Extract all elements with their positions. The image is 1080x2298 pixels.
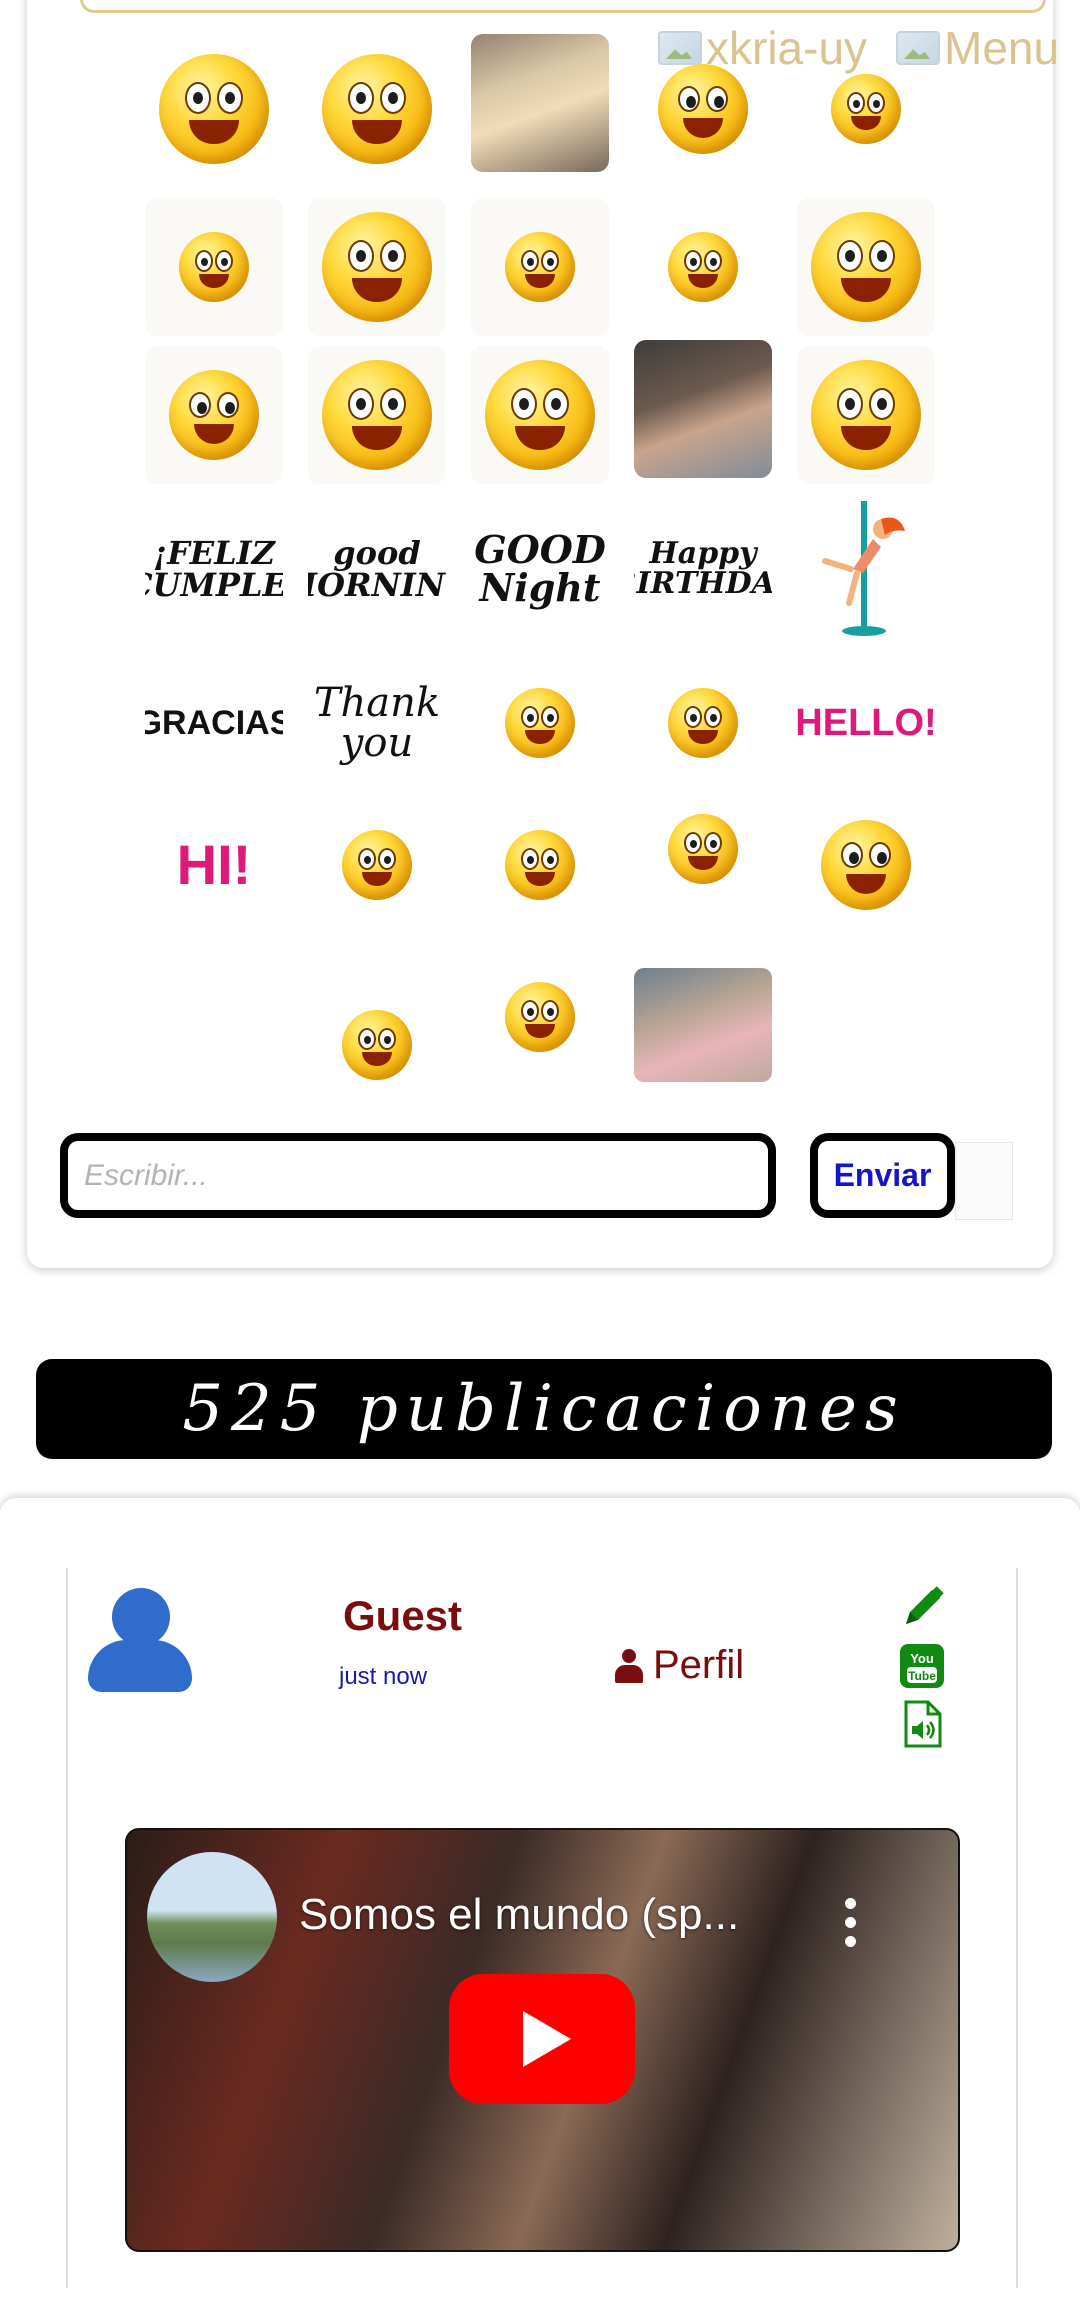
bow-girl-emoji[interactable] — [308, 198, 446, 336]
top-strip — [80, 0, 1046, 13]
dancing-emoji[interactable] — [471, 654, 609, 792]
idea-bulb-emoji[interactable] — [634, 40, 772, 178]
good-morning-sticker[interactable]: good MORNING — [308, 500, 446, 638]
eating-girl-photo — [634, 340, 772, 478]
menu-label: Menu — [944, 22, 1060, 74]
angry-kid-sticker[interactable] — [634, 956, 772, 1094]
shouting-emoji[interactable] — [471, 796, 609, 934]
video-embed[interactable]: Somos el mundo (sp... — [125, 1828, 960, 2252]
pole-dancer-sticker[interactable] — [797, 500, 935, 638]
laughing-rolling-emoji[interactable] — [145, 346, 283, 484]
peace-sign-emoji[interactable] — [308, 40, 446, 178]
grinning-sitting-emoji[interactable] — [471, 198, 609, 336]
cheering-emoji[interactable] — [797, 40, 935, 178]
video-title[interactable]: Somos el mundo (sp... — [299, 1890, 739, 1940]
girl-photo — [471, 34, 609, 172]
post-author[interactable]: Guest — [343, 1592, 462, 1640]
message-input-box[interactable] — [60, 1133, 776, 1218]
send-button[interactable]: Enviar — [810, 1133, 955, 1218]
sitting-emoji[interactable] — [145, 198, 283, 336]
more-options-icon[interactable] — [845, 1898, 857, 1948]
thumbs-up-emoji[interactable] — [145, 40, 283, 178]
gracias-sticker[interactable]: GRACIAS — [145, 654, 283, 792]
post-count-banner: 525 publicaciones — [36, 1359, 1052, 1459]
good-night-sticker[interactable]: GOOD Night — [471, 500, 609, 638]
audio-file-icon[interactable] — [898, 1700, 946, 1748]
covering-laugh-emoji[interactable] — [308, 796, 446, 934]
message-input[interactable] — [68, 1158, 768, 1193]
avatar[interactable] — [88, 1588, 192, 1692]
walking-blob-emoji[interactable] — [308, 976, 446, 1114]
channel-avatar[interactable] — [147, 1852, 277, 1982]
tongue-out-emoji[interactable] — [634, 198, 772, 336]
sleeping-blanket-emoji[interactable] — [634, 654, 772, 792]
pencil-icon[interactable] — [898, 1584, 946, 1632]
feliz-cumple-sticker[interactable]: ¡FELIZ CUMPLE! — [145, 500, 283, 638]
profile-label: Perfil — [653, 1643, 745, 1687]
sun-emoji[interactable] — [797, 346, 935, 484]
burger-eating-emoji[interactable] — [471, 346, 609, 484]
thank-you-sticker[interactable]: Thank you — [308, 654, 446, 792]
profile-link[interactable]: Perfil — [615, 1643, 744, 1688]
smug-thinking-emoji[interactable] — [797, 198, 935, 336]
play-button-icon[interactable] — [449, 1974, 635, 2104]
pole-dancer-icon — [822, 501, 905, 636]
pointing-emoji[interactable] — [471, 948, 609, 1086]
eating-girl-sticker[interactable] — [634, 340, 772, 478]
santa-hat-emoji[interactable] — [308, 346, 446, 484]
happy-birthday-sticker[interactable]: Happy BIRTHDAY — [634, 500, 772, 638]
hello-sticker[interactable]: HELLO! — [797, 654, 935, 792]
svg-text:You: You — [910, 1651, 934, 1666]
hi-sticker[interactable]: HI! — [145, 796, 283, 934]
post-timestamp: just now — [339, 1663, 428, 1690]
kid-photo — [634, 968, 772, 1082]
send-extra-slot — [955, 1142, 1013, 1220]
pacman-emoji[interactable] — [634, 780, 772, 918]
praying-emoji[interactable] — [797, 796, 935, 934]
side-eye-girl-sticker[interactable] — [471, 34, 609, 172]
user-icon — [615, 1648, 643, 1683]
youtube-icon[interactable]: You Tube — [898, 1642, 946, 1690]
svg-text:Tube: Tube — [908, 1669, 936, 1683]
